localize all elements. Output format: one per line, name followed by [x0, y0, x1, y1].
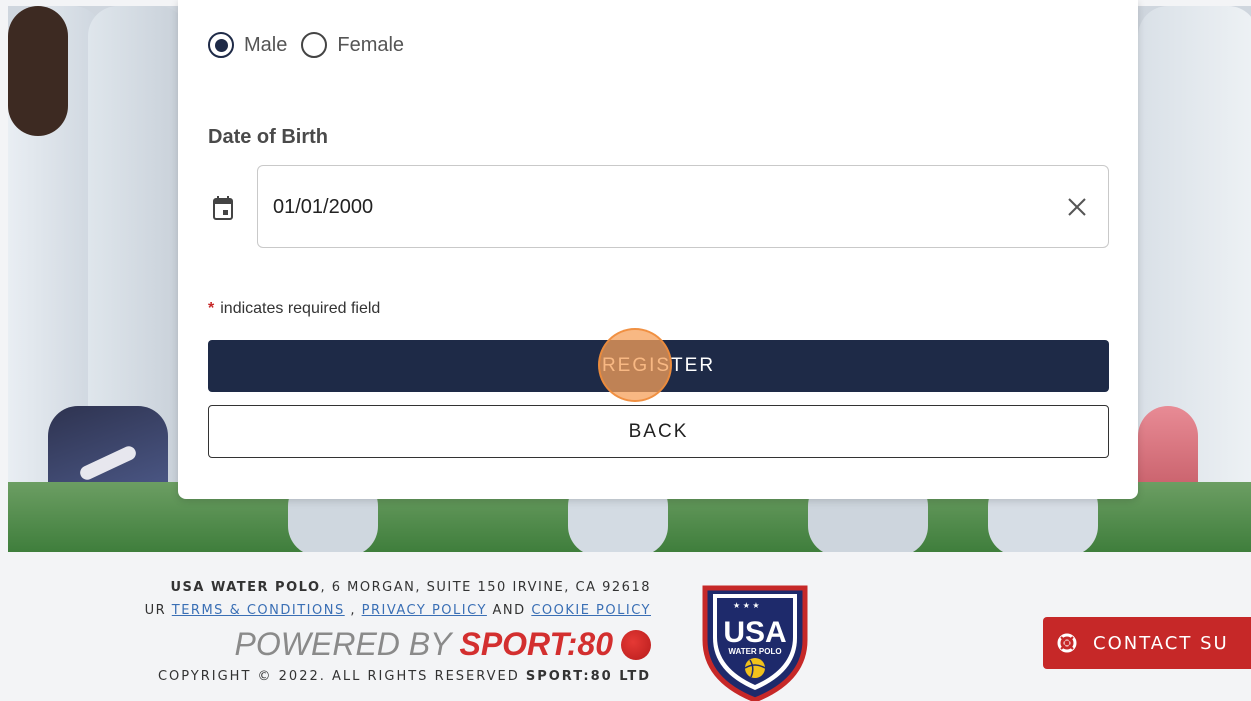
footer-address: USA WATER POLO, 6 MORGAN, SUITE 150 IRVI… — [145, 580, 651, 595]
copyright-company: SPORT:80 LTD — [525, 669, 651, 684]
links-and: AND — [486, 603, 532, 618]
dob-label: Date of Birth — [208, 126, 328, 148]
logo-usa-text: USA — [723, 616, 786, 649]
contact-support-button[interactable]: CONTACT SU — [1043, 617, 1251, 669]
close-icon[interactable] — [1066, 196, 1088, 218]
dob-input[interactable]: 01/01/2000 — [257, 165, 1109, 248]
radio-male[interactable] — [208, 32, 234, 58]
required-field-note: * indicates required field — [208, 300, 380, 318]
footer-info: USA WATER POLO, 6 MORGAN, SUITE 150 IRVI… — [145, 580, 651, 684]
powered-by-text: POWERED BY — [234, 626, 452, 662]
contact-support-label: CONTACT SU — [1093, 632, 1229, 654]
required-note-text: indicates required field — [220, 300, 381, 317]
calendar-icon[interactable] — [212, 195, 234, 221]
sport80-text: SPORT:80 — [459, 626, 613, 662]
background-figure — [8, 6, 68, 136]
privacy-link[interactable]: PRIVACY POLICY — [362, 603, 487, 618]
gender-option-male[interactable]: Male — [208, 32, 287, 58]
address-text: , 6 MORGAN, SUITE 150 IRVINE, CA 92618 — [320, 580, 651, 595]
copyright-text: COPYRIGHT © 2022. ALL RIGHTS RESERVED — [157, 669, 520, 684]
gender-option-female[interactable]: Female — [301, 32, 404, 58]
logo-water-polo-text: WATER POLO — [728, 647, 781, 656]
cookie-link[interactable]: COOKIE POLICY — [531, 603, 651, 618]
register-button[interactable]: REGISTER — [208, 340, 1109, 392]
links-prefix: UR — [144, 603, 167, 618]
svg-text:★ ★ ★: ★ ★ ★ — [733, 601, 760, 610]
registration-form-card: Male Female Date of Birth 01/01/2000 * in… — [178, 0, 1138, 499]
dob-value[interactable]: 01/01/2000 — [273, 196, 373, 219]
gender-male-label: Male — [244, 33, 288, 56]
usa-water-polo-logo: ★ ★ ★ USA WATER POLO — [702, 585, 808, 701]
powered-by-logo: POWERED BY SPORT:80 — [145, 626, 651, 663]
radio-female[interactable] — [301, 32, 328, 58]
gender-female-label: Female — [337, 33, 405, 56]
page: Male Female Date of Birth 01/01/2000 * in… — [0, 0, 1251, 701]
back-button[interactable]: BACK — [208, 405, 1109, 458]
footer-links: UR TERMS & CONDITIONS , PRIVACY POLICY A… — [145, 603, 651, 618]
required-asterisk: * — [208, 300, 215, 317]
globe-icon — [621, 629, 651, 660]
org-name: USA WATER POLO — [170, 580, 321, 595]
lifebuoy-icon — [1057, 633, 1077, 653]
copyright: COPYRIGHT © 2022. ALL RIGHTS RESERVED SP… — [145, 669, 651, 684]
links-separator: , — [344, 603, 362, 618]
gender-radio-group: Male Female — [208, 32, 418, 58]
terms-link[interactable]: TERMS & CONDITIONS — [172, 603, 345, 618]
